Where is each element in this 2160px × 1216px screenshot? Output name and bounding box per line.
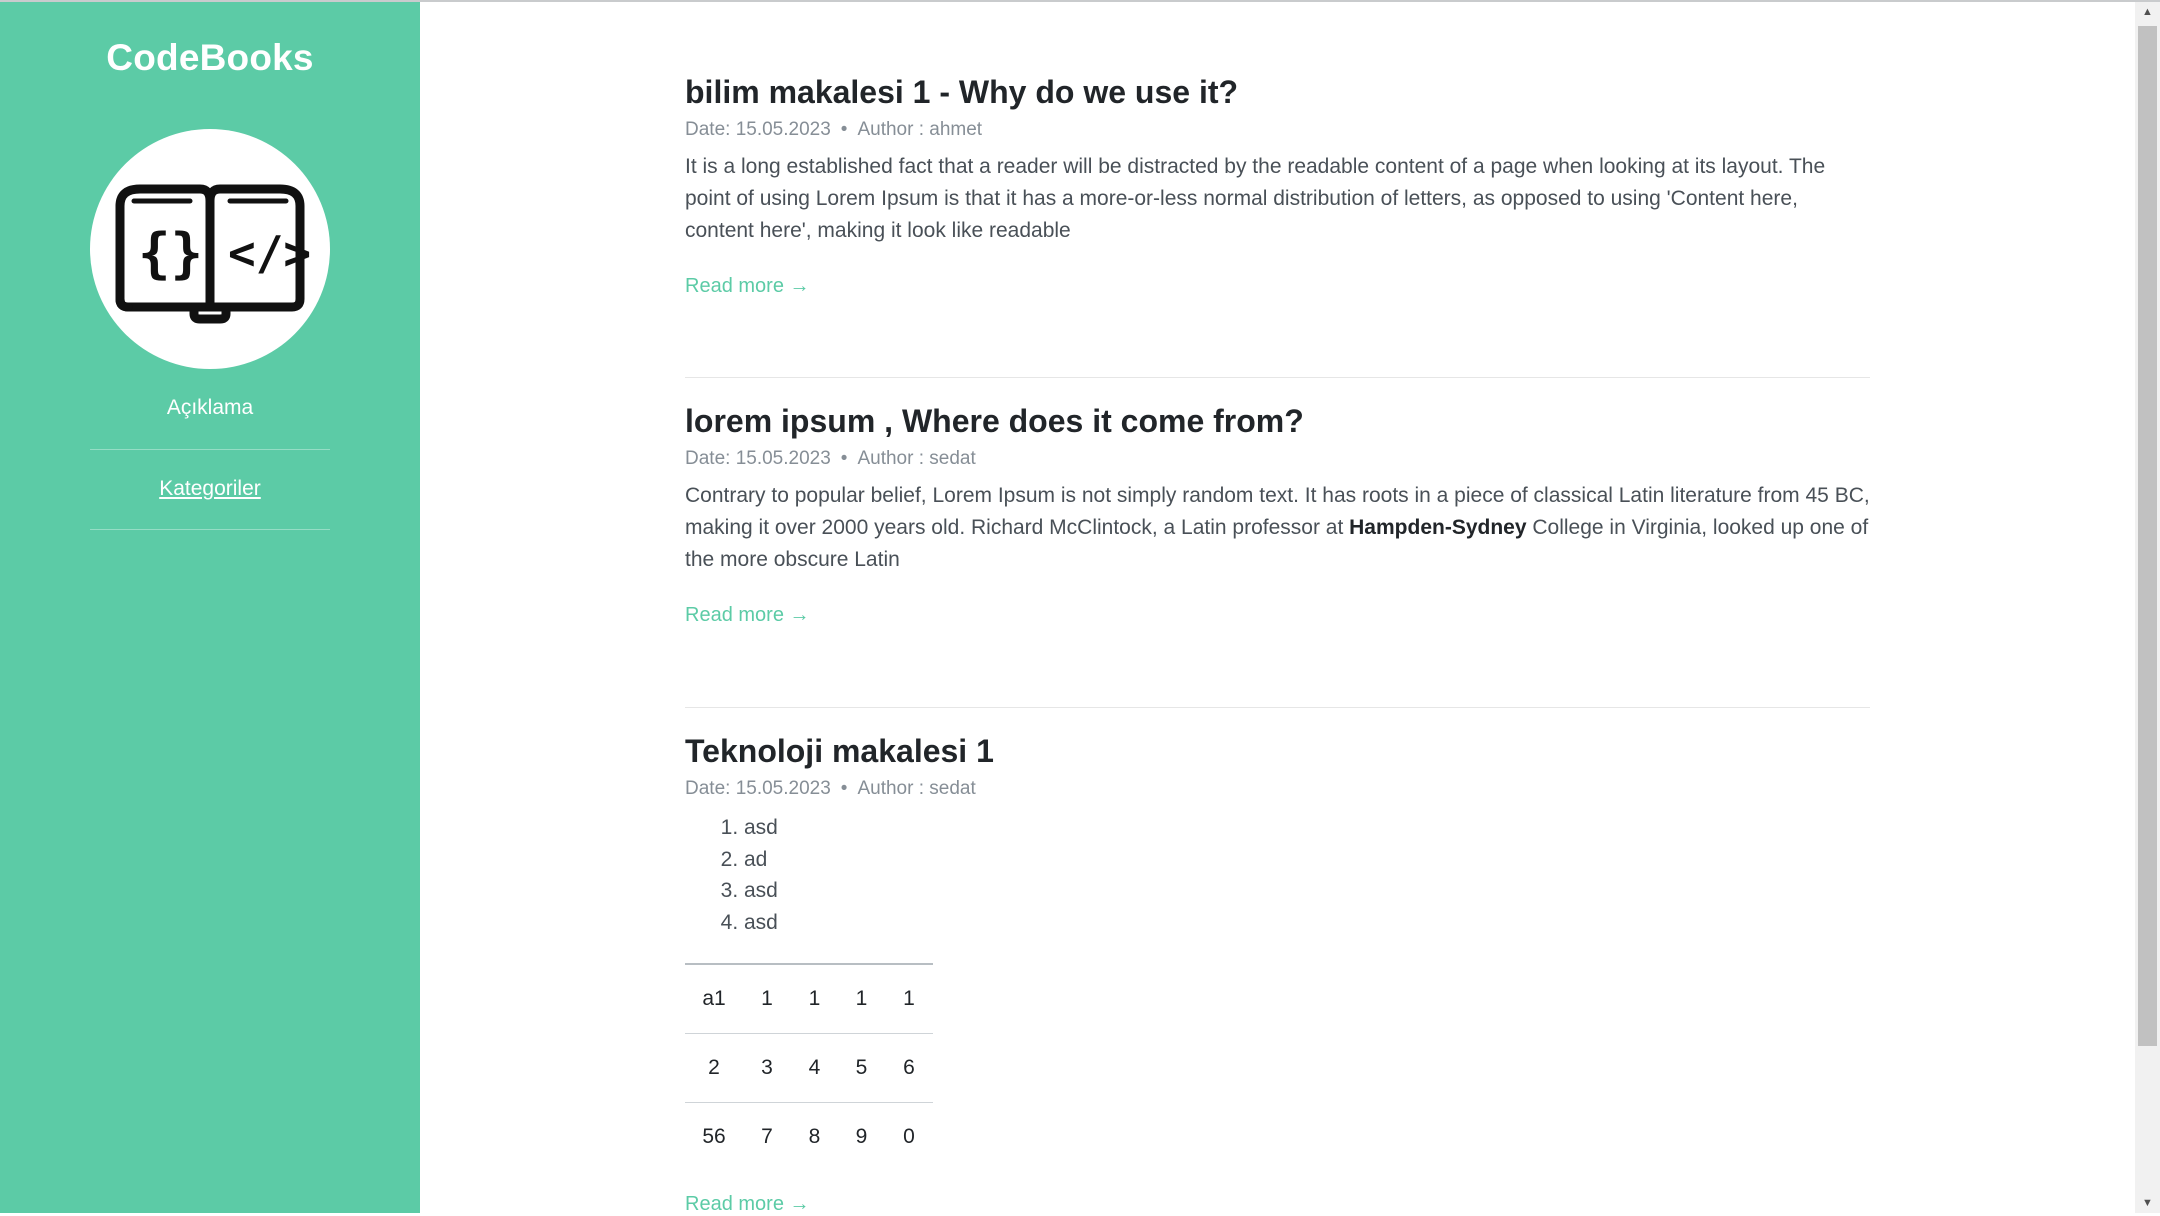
scroll-down-arrow-icon[interactable]: ▼ (2135, 1193, 2160, 1213)
table-cell: 9 (838, 1102, 885, 1171)
table-row: a1 1 1 1 1 (685, 963, 933, 1034)
table-cell: 5 (838, 1033, 885, 1103)
post-item: Teknoloji makalesi 1 Date: 15.05.2023 • Au… (685, 730, 1870, 1216)
post-date: Date: 15.05.2023 (685, 448, 831, 469)
table-cell: 4 (791, 1033, 838, 1103)
sidebar: CodeBooks {} </> Açıklama Kategoriler (0, 0, 420, 1213)
meta-separator: • (840, 448, 848, 469)
table-row: 56 7 8 9 0 (685, 1102, 933, 1171)
post-author: Author : ahmet (857, 119, 983, 140)
post-excerpt: It is a long established fact that a rea… (685, 155, 1826, 242)
post-divider (685, 377, 1870, 378)
post-date: Date: 15.05.2023 (685, 778, 831, 799)
list-item: asd (744, 875, 1870, 907)
vertical-scrollbar[interactable]: ▲ ▼ (2135, 0, 2160, 1213)
svg-text:</>: </> (228, 226, 311, 280)
brand-title[interactable]: CodeBooks (0, 37, 420, 79)
sidebar-divider (90, 529, 330, 530)
svg-text:{}: {} (138, 222, 203, 285)
post-table: a1 1 1 1 1 2 3 4 5 6 56 7 8 9 0 (685, 963, 933, 1171)
post-title[interactable]: lorem ipsum , Where does it come from? (685, 400, 1870, 442)
scroll-up-arrow-icon[interactable]: ▲ (2135, 2, 2160, 22)
post-meta: Date: 15.05.2023 • Author : sedat (685, 776, 1870, 802)
meta-separator: • (840, 778, 848, 799)
table-cell: 2 (685, 1033, 743, 1103)
sidebar-description: Açıklama (166, 396, 254, 419)
list-item: ad (744, 844, 1870, 876)
post-excerpt: Contrary to popular belief, Lorem Ipsum … (685, 480, 1870, 576)
meta-separator: • (840, 119, 848, 140)
post-author: Author : sedat (857, 448, 976, 469)
sidebar-divider (90, 449, 330, 450)
table-cell: 8 (791, 1102, 838, 1171)
post-meta: Date: 15.05.2023 • Author : ahmet (685, 117, 1870, 143)
window-top-border (0, 0, 2160, 2)
table-cell: 7 (743, 1102, 791, 1171)
read-more-link[interactable]: Read more → (685, 275, 810, 298)
table-cell: a1 (685, 963, 743, 1034)
post-date: Date: 15.05.2023 (685, 119, 831, 140)
table-cell: 56 (685, 1102, 743, 1171)
read-more-link[interactable]: Read more → (685, 604, 810, 627)
table-cell: 3 (743, 1033, 791, 1103)
post-item: lorem ipsum , Where does it come from? D… (685, 400, 1870, 627)
categories-link[interactable]: Kategoriler (0, 477, 420, 501)
post-meta: Date: 15.05.2023 • Author : sedat (685, 446, 1870, 472)
post-item: bilim makalesi 1 - Why do we use it? Dat… (685, 71, 1870, 298)
list-item: asd (744, 907, 1870, 939)
scrollbar-thumb[interactable] (2138, 26, 2157, 1046)
list-item: asd (744, 812, 1870, 844)
table-cell: 1 (791, 963, 838, 1034)
post-title[interactable]: bilim makalesi 1 - Why do we use it? (685, 71, 1870, 113)
post-title[interactable]: Teknoloji makalesi 1 (685, 730, 1870, 772)
post-ordered-list: asd ad asd asd (685, 812, 1870, 938)
table-row: 2 3 4 5 6 (685, 1033, 933, 1103)
table-cell: 1 (743, 963, 791, 1034)
post-divider (685, 707, 1870, 708)
post-author: Author : sedat (857, 778, 976, 799)
table-cell: 1 (885, 963, 933, 1034)
table-cell: 1 (838, 963, 885, 1034)
excerpt-bold-text: Hampden-Sydney (1349, 516, 1527, 539)
open-book-code-icon: {} </> (90, 129, 330, 369)
table-cell: 6 (885, 1033, 933, 1103)
table-cell: 0 (885, 1102, 933, 1171)
